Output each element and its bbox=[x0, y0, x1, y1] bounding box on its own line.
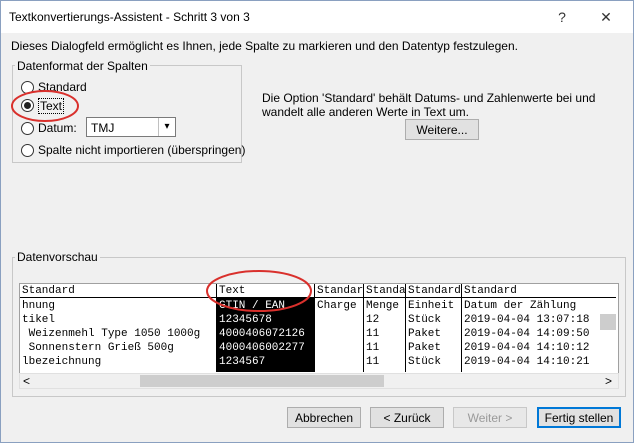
finish-button[interactable]: Fertig stellen bbox=[537, 407, 621, 428]
scroll-left-icon[interactable]: < bbox=[23, 374, 30, 389]
radio-skip-label: Spalte nicht importieren (überspringen) bbox=[38, 143, 246, 157]
preview-cell: 11 bbox=[366, 342, 380, 354]
chevron-down-icon[interactable]: ▾ bbox=[158, 118, 175, 136]
preview-cell: Paket bbox=[408, 328, 442, 340]
column-header: Standard bbox=[464, 285, 517, 297]
format-group-legend: Datenformat der Spalten bbox=[15, 59, 150, 73]
cancel-button[interactable]: Abbrechen bbox=[287, 407, 361, 428]
column-divider bbox=[405, 284, 406, 372]
more-button[interactable]: Weitere... bbox=[405, 119, 479, 140]
column-header: Standard bbox=[317, 285, 363, 297]
preview-cell: 11 bbox=[366, 356, 380, 368]
preview-cell: Paket bbox=[408, 342, 442, 354]
title-bar: Textkonvertierungs-Assistent - Schritt 3… bbox=[1, 1, 633, 33]
help-button[interactable]: ? bbox=[547, 6, 577, 28]
next-button[interactable]: Weiter > bbox=[453, 407, 527, 428]
date-format-value: TMJ bbox=[91, 121, 115, 135]
preview-cell: hnung bbox=[22, 300, 56, 312]
column-divider bbox=[363, 284, 364, 372]
annotation-ellipse bbox=[11, 90, 79, 122]
preview-cell: Einheit bbox=[408, 300, 455, 312]
vertical-scroll-thumb[interactable] bbox=[600, 314, 616, 330]
dialog-description: Dieses Dialogfeld ermöglicht es Ihnen, j… bbox=[11, 39, 518, 53]
wizard-dialog: Textkonvertierungs-Assistent - Schritt 3… bbox=[0, 0, 634, 443]
column-header: Standard bbox=[408, 285, 461, 297]
preview-cell: tikel bbox=[22, 314, 56, 326]
preview-cell: 2019-04-04 14:10:12 bbox=[464, 342, 590, 354]
preview-cell: Charge bbox=[317, 300, 357, 312]
close-button[interactable]: ✕ bbox=[591, 6, 621, 28]
horizontal-scroll-thumb[interactable] bbox=[140, 375, 384, 387]
preview-cell: Weizenmehl Type 1050 1000g bbox=[22, 328, 201, 340]
preview-cell: 2019-04-04 14:09:50 bbox=[464, 328, 590, 340]
horizontal-scrollbar[interactable]: < > bbox=[19, 373, 619, 389]
back-button[interactable]: < Zurück bbox=[370, 407, 444, 428]
preview-cell: 4000406002277 bbox=[219, 342, 305, 354]
radio-skip[interactable] bbox=[21, 144, 34, 157]
preview-cell: Datum der Zählung bbox=[464, 300, 577, 312]
preview-cell: Menge bbox=[366, 300, 400, 312]
info-line-1: Die Option 'Standard' behält Datums- und… bbox=[262, 91, 596, 105]
column-header: Standard bbox=[366, 285, 405, 297]
preview-cell: Stück bbox=[408, 314, 442, 326]
preview-cell: 4000406072126 bbox=[219, 328, 305, 340]
dialog-title: Textkonvertierungs-Assistent - Schritt 3… bbox=[9, 10, 250, 24]
preview-cell: 11 bbox=[366, 328, 380, 340]
annotation-ellipse-header bbox=[206, 270, 312, 312]
preview-cell: 1234567 bbox=[219, 356, 266, 368]
scroll-right-icon[interactable]: > bbox=[605, 374, 612, 389]
column-divider bbox=[461, 284, 462, 372]
preview-cell: 2019-04-04 13:07:18 bbox=[464, 314, 590, 326]
preview-cell: Stück bbox=[408, 356, 442, 368]
info-line-2: wandelt alle anderen Werte in Text um. bbox=[262, 105, 470, 119]
preview-cell: Sonnenstern Grieß 500g bbox=[22, 342, 174, 354]
preview-cell: 12 bbox=[366, 314, 380, 326]
preview-cell: lbezeichnung bbox=[22, 356, 102, 368]
preview-cell: 2019-04-04 14:10:21 bbox=[464, 356, 590, 368]
preview-legend: Datenvorschau bbox=[15, 250, 100, 264]
date-format-select[interactable]: TMJ ▾ bbox=[86, 117, 176, 137]
column-header: Standard bbox=[22, 285, 75, 297]
